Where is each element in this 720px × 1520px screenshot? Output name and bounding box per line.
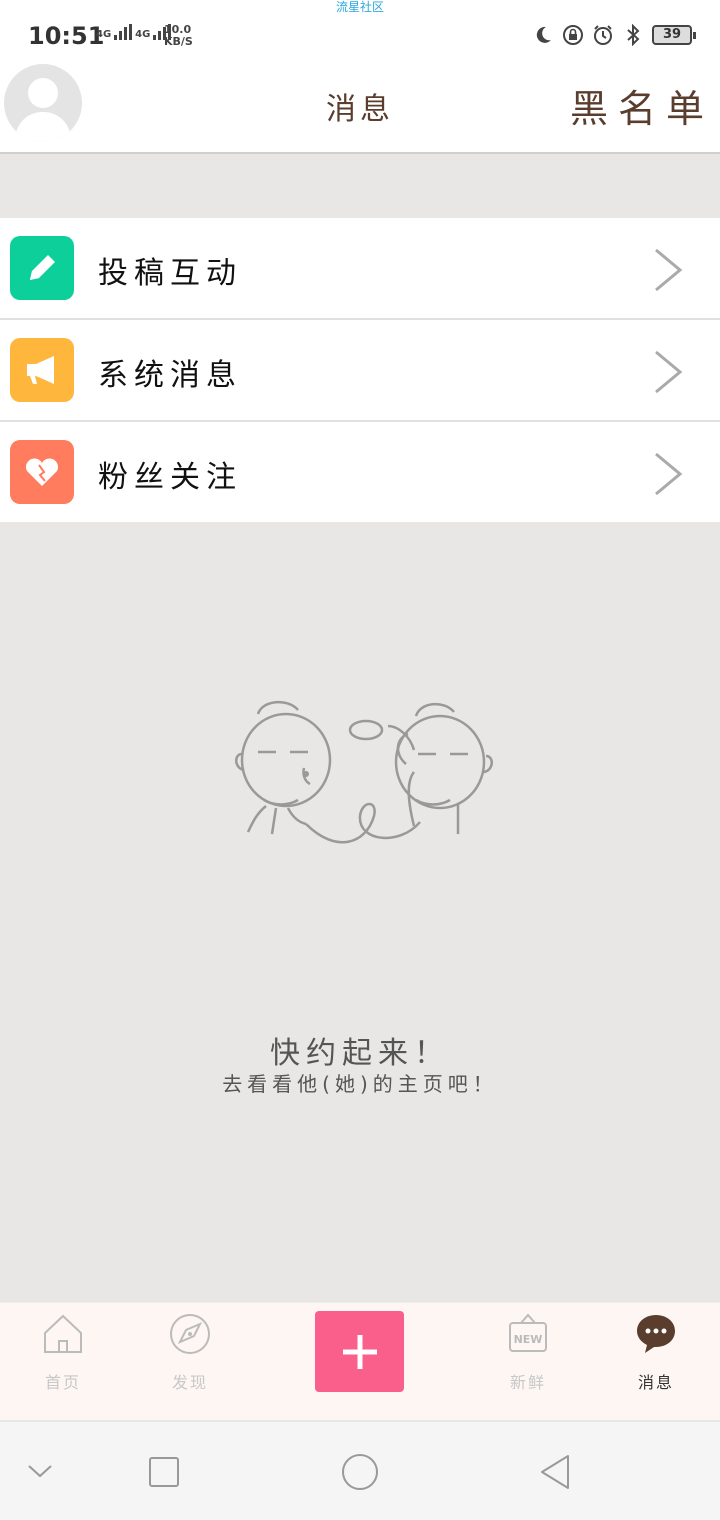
tab-fresh[interactable]: NEW 新鲜 (473, 1303, 583, 1421)
recents-square-icon[interactable] (144, 1452, 184, 1492)
chevron-down-icon[interactable] (20, 1452, 60, 1492)
moon-icon (532, 24, 554, 46)
plus-icon (342, 1334, 377, 1369)
empty-state-illustration (235, 701, 493, 844)
signal-icon (114, 24, 133, 40)
chevron-right-icon (655, 452, 683, 496)
tab-discover[interactable]: 发现 (135, 1303, 245, 1421)
blacklist-button[interactable]: 黑名单 (570, 78, 714, 133)
pencil-icon (10, 236, 74, 300)
home-circle-icon[interactable] (340, 1452, 380, 1492)
tab-label: 新鲜 (509, 1373, 546, 1392)
compass-icon (170, 1314, 210, 1354)
tab-messages[interactable]: 消息 (601, 1303, 711, 1421)
add-post-button[interactable] (315, 1311, 404, 1392)
megaphone-icon (10, 338, 74, 402)
status-bar: 流星社区 10:51 4G 4G 10.0 KB/S 39 (0, 0, 720, 62)
network-speed-unit: KB/S (164, 35, 193, 48)
chat-bubble-icon (637, 1315, 675, 1353)
menu-item-fans-follows[interactable]: 粉丝关注 (0, 422, 720, 522)
menu-item-label: 投稿互动 (98, 256, 242, 291)
heart-icon (10, 440, 74, 504)
tab-home[interactable]: 首页 (8, 1303, 118, 1421)
menu-item-label: 粉丝关注 (98, 460, 242, 495)
menu-item-submissions[interactable]: 投稿互动 (0, 218, 720, 320)
new-badge-text: NEW (514, 1333, 543, 1346)
tab-label: 首页 (44, 1373, 81, 1392)
bottom-tab-bar: 首页 发现 NEW 新鲜 消息 (0, 1302, 720, 1420)
network-indicator: 4G 4G (96, 24, 172, 40)
status-app-name: 流星社区 (335, 0, 384, 14)
tab-label: 发现 (171, 1373, 208, 1392)
alarm-icon (592, 24, 614, 46)
status-time: 10:51 (28, 22, 105, 50)
empty-state-title: 快约起来！ (270, 1036, 450, 1071)
chevron-right-icon (655, 248, 683, 292)
bluetooth-icon (622, 24, 644, 46)
network-type-1: 4G (96, 29, 112, 40)
status-icons: 39 (532, 24, 696, 46)
menu-item-label: 系统消息 (98, 358, 242, 393)
tab-label: 消息 (637, 1373, 674, 1392)
back-triangle-icon[interactable] (536, 1452, 576, 1492)
app-header: 消息 黑名单 (0, 62, 720, 154)
system-nav-bar (0, 1422, 720, 1520)
new-badge-icon: NEW (509, 1313, 547, 1352)
message-category-list: 投稿互动 系统消息 粉丝关注 (0, 218, 720, 522)
network-speed: 10.0 KB/S (164, 24, 193, 48)
network-type-2: 4G (135, 29, 151, 40)
lock-rotation-icon (562, 24, 584, 46)
battery-indicator: 39 (652, 25, 696, 45)
menu-item-system-messages[interactable]: 系统消息 (0, 320, 720, 422)
chevron-right-icon (655, 350, 683, 394)
home-icon (44, 1314, 82, 1353)
empty-state-subtitle: 去看看他(她)的主页吧！ (222, 1072, 498, 1096)
